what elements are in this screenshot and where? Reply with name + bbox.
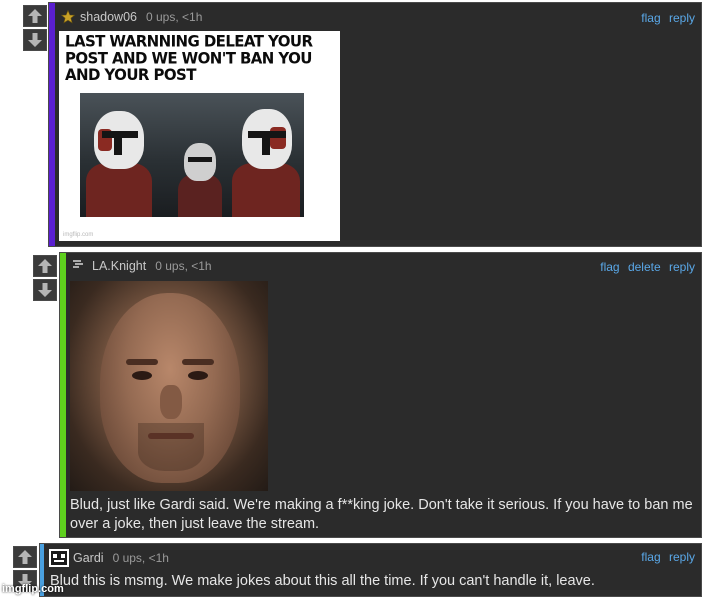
pixel-avatar-icon xyxy=(49,549,69,567)
thread-bar xyxy=(60,253,66,537)
face-photo[interactable] xyxy=(70,281,268,491)
comment-header: shadow06 0 ups, <1h xyxy=(61,10,202,24)
meme-caption: LAST WARNNING DELEAT YOUR POST AND WE WO… xyxy=(65,31,313,85)
upvote-button[interactable] xyxy=(23,5,47,27)
clone-troopers-photo xyxy=(80,93,304,217)
comment-actions: flag reply xyxy=(636,550,695,564)
arrow-up-icon xyxy=(38,259,52,273)
meme-watermark: imgflip.com xyxy=(63,232,94,238)
upvote-button[interactable] xyxy=(13,546,37,568)
arrow-down-icon xyxy=(38,283,52,297)
flag-link[interactable]: flag xyxy=(641,11,660,25)
username[interactable]: LA.Knight xyxy=(92,259,146,273)
reply-link[interactable]: reply xyxy=(669,550,695,564)
comment-actions: flag delete reply xyxy=(595,260,695,274)
star-badge-icon xyxy=(61,10,75,24)
username[interactable]: Gardi xyxy=(73,551,104,565)
comment-gardi: Gardi 0 ups, <1h flag reply Blud this is… xyxy=(39,543,702,597)
reply-link[interactable]: reply xyxy=(669,11,695,25)
arrow-down-icon xyxy=(28,33,42,47)
downvote-button[interactable] xyxy=(23,29,47,51)
rank-badge-icon xyxy=(73,260,83,268)
vote-column xyxy=(23,5,51,53)
downvote-button[interactable] xyxy=(33,279,57,301)
delete-link[interactable]: delete xyxy=(628,260,661,274)
vote-meta: 0 ups, <1h xyxy=(146,10,203,24)
vote-meta: 0 ups, <1h xyxy=(155,259,212,273)
vote-column xyxy=(33,255,61,303)
comment-header: LA.Knight 0 ups, <1h xyxy=(72,259,212,273)
comment-actions: flag reply xyxy=(636,11,695,25)
meme-image[interactable]: LAST WARNNING DELEAT YOUR POST AND WE WO… xyxy=(59,31,340,241)
flag-link[interactable]: flag xyxy=(641,550,660,564)
arrow-up-icon xyxy=(28,9,42,23)
upvote-button[interactable] xyxy=(33,255,57,277)
arrow-up-icon xyxy=(18,550,32,564)
reply-link[interactable]: reply xyxy=(669,260,695,274)
vote-meta: 0 ups, <1h xyxy=(112,551,169,565)
username[interactable]: shadow06 xyxy=(80,10,137,24)
comment-text: Blud this is msmg. We make jokes about t… xyxy=(50,573,595,589)
comment-text: Blud, just like Gardi said. We're making… xyxy=(70,497,693,532)
thread-bar xyxy=(49,3,55,246)
imgflip-watermark: imgflip.com xyxy=(2,583,64,595)
flag-link[interactable]: flag xyxy=(600,260,619,274)
comment-header: Gardi 0 ups, <1h xyxy=(48,549,169,567)
